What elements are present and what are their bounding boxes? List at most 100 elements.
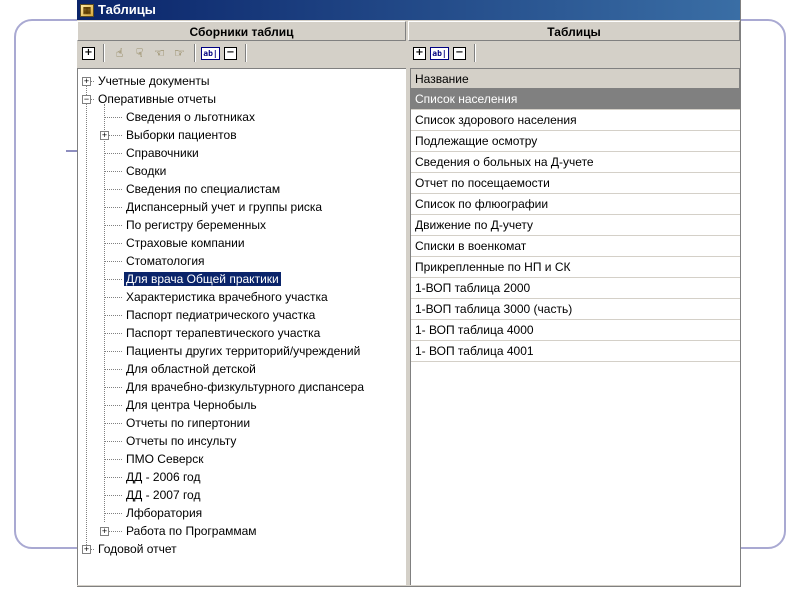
tree-connector <box>104 279 122 280</box>
tree-item[interactable]: Сведения о льготниках <box>124 108 257 126</box>
list-item[interactable]: 1-ВОП таблица 2000 <box>411 278 740 299</box>
remove-button[interactable]: − <box>222 45 239 62</box>
tree-item[interactable]: Диспансерный учет и группы риска <box>124 198 324 216</box>
app-icon: ▦ <box>80 3 94 17</box>
tree-item[interactable]: Паспорт педиатрического участка <box>124 306 317 324</box>
tree-item[interactable]: Сведения по специалистам <box>124 180 282 198</box>
rename-icon: ab| <box>430 46 449 60</box>
collections-tree[interactable]: + Учетные документы − Оперативные отчеты Све… <box>77 68 406 585</box>
tree-item[interactable]: Годовой отчет <box>96 540 179 558</box>
tables-toolbar: + ab| − <box>408 41 740 65</box>
list-item[interactable]: Прикрепленные по НП и СК <box>411 257 740 278</box>
tree-connector <box>86 81 87 549</box>
tree-item-label: Справочники <box>126 146 199 160</box>
tree-item-label: Для врачебно-физкультурного диспансера <box>126 380 365 394</box>
tree-item-label: Стоматология <box>126 254 205 268</box>
tree-item[interactable]: Отчеты по инсульту <box>124 432 238 450</box>
tree-item-label: Лфборатория <box>126 506 203 520</box>
list-item[interactable]: Список здорового населения <box>411 110 740 131</box>
tree-item[interactable]: ПМО Северск <box>124 450 205 468</box>
tree-item[interactable]: По регистру беременных <box>124 216 268 234</box>
tree-item[interactable]: Оперативные отчеты <box>96 90 218 108</box>
list-item[interactable]: Список по флюографии <box>411 194 740 215</box>
rename-table-button[interactable]: ab| <box>430 45 449 62</box>
tree-item-label: Работа по Программам <box>126 524 257 538</box>
tree-item[interactable]: Для областной детской <box>124 360 258 378</box>
tree-item-label: ПМО Северск <box>126 452 204 466</box>
toolbar-separator <box>245 44 247 62</box>
plus-icon: + <box>413 46 426 60</box>
hand-pointer-icon: ☟ <box>135 46 144 60</box>
remove-table-button[interactable]: − <box>451 45 468 62</box>
list-item[interactable]: Движение по Д-учету <box>411 215 740 236</box>
minus-icon: − <box>453 46 466 60</box>
list-item[interactable]: Отчет по посещаемости <box>411 173 740 194</box>
tree-item[interactable]: Выборки пациентов <box>124 126 239 144</box>
plus-icon: + <box>82 46 95 60</box>
tree-item-label: Сведения о льготниках <box>126 110 255 124</box>
tables-window: ▦ Таблицы Сборники таблиц + ☝ ☟ ☜ ☞ ab| − Табл… <box>77 0 741 587</box>
tree-connector <box>104 297 122 298</box>
expand-icon[interactable]: + <box>82 545 91 554</box>
tree-item-label: По регистру беременных <box>126 218 266 232</box>
tree-item[interactable]: Работа по Программам <box>124 522 259 540</box>
move-up-button[interactable]: ☝ <box>111 45 128 62</box>
list-item[interactable]: Список населения <box>411 89 740 110</box>
tables-panel: Таблицы + ab| − <box>408 21 740 65</box>
tree-item-label: Для врача Общей практики <box>123 271 282 287</box>
tree-item[interactable]: Для врачебно-физкультурного диспансера <box>124 378 366 396</box>
tree-connector <box>104 315 122 316</box>
tree-item[interactable]: Для центра Чернобыль <box>124 396 259 414</box>
expand-icon[interactable]: + <box>100 527 109 536</box>
tree-item[interactable]: ДД - 2007 год <box>124 486 202 504</box>
tree-connector <box>104 495 122 496</box>
tree-connector <box>104 207 122 208</box>
window-title: Таблицы <box>98 2 156 17</box>
tree-item[interactable]: Паспорт терапевтического участка <box>124 324 322 342</box>
add-table-button[interactable]: + <box>411 45 428 62</box>
collections-panel-header: Сборники таблиц <box>77 21 406 41</box>
collapse-icon[interactable]: − <box>82 95 91 104</box>
move-down-button[interactable]: ☟ <box>131 45 148 62</box>
tree-item-label: Годовой отчет <box>98 542 177 556</box>
move-left-button[interactable]: ☜ <box>151 45 168 62</box>
tree-item[interactable]: Страховые компании <box>124 234 247 252</box>
tree-item[interactable]: Учетные документы <box>96 72 212 90</box>
title-bar[interactable]: ▦ Таблицы <box>77 0 740 20</box>
hand-pointer-icon: ☜ <box>154 46 165 60</box>
tree-connector <box>104 153 122 154</box>
tree-item[interactable]: Для врача Общей практики <box>123 270 282 288</box>
list-item[interactable]: 1- ВОП таблица 4000 <box>411 320 740 341</box>
collections-panel: Сборники таблиц + ☝ ☟ ☜ ☞ ab| − <box>77 21 406 65</box>
tree-connector <box>104 423 122 424</box>
toolbar-separator <box>194 44 196 62</box>
move-right-button[interactable]: ☞ <box>171 45 188 62</box>
tree-item[interactable]: Характеристика врачебного участка <box>124 288 330 306</box>
add-button[interactable]: + <box>80 45 97 62</box>
tree-connector <box>104 189 122 190</box>
tree-item[interactable]: Стоматология <box>124 252 207 270</box>
column-header-name[interactable]: Название <box>411 69 740 89</box>
list-item[interactable]: 1-ВОП таблица 3000 (часть) <box>411 299 740 320</box>
tree-item-label: Учетные документы <box>98 74 210 88</box>
tree-item[interactable]: ДД - 2006 год <box>124 468 202 486</box>
tree-item-label: ДД - 2007 год <box>126 488 201 502</box>
tables-list[interactable]: Название Список населения Список здоровог… <box>410 68 740 585</box>
tree-item-label: ДД - 2006 год <box>126 470 201 484</box>
tree-item[interactable]: Отчеты по гипертонии <box>124 414 252 432</box>
tree-connector <box>104 459 122 460</box>
list-item[interactable]: Сведения о больных на Д-учете <box>411 152 740 173</box>
tree-item[interactable]: Сводки <box>124 162 168 180</box>
rename-button[interactable]: ab| <box>201 45 220 62</box>
list-item[interactable]: Подлежащие осмотру <box>411 131 740 152</box>
tree-connector <box>104 243 122 244</box>
list-item[interactable]: Списки в военкомат <box>411 236 740 257</box>
expand-icon[interactable]: + <box>100 131 109 140</box>
list-item[interactable]: 1- ВОП таблица 4001 <box>411 341 740 362</box>
tree-item[interactable]: Лфборатория <box>124 504 204 522</box>
minus-icon: − <box>224 46 237 60</box>
expand-icon[interactable]: + <box>82 77 91 86</box>
tree-item[interactable]: Справочники <box>124 144 201 162</box>
tree-item-label: Отчеты по гипертонии <box>126 416 251 430</box>
tree-item[interactable]: Пациенты других территорий/учреждений <box>124 342 362 360</box>
